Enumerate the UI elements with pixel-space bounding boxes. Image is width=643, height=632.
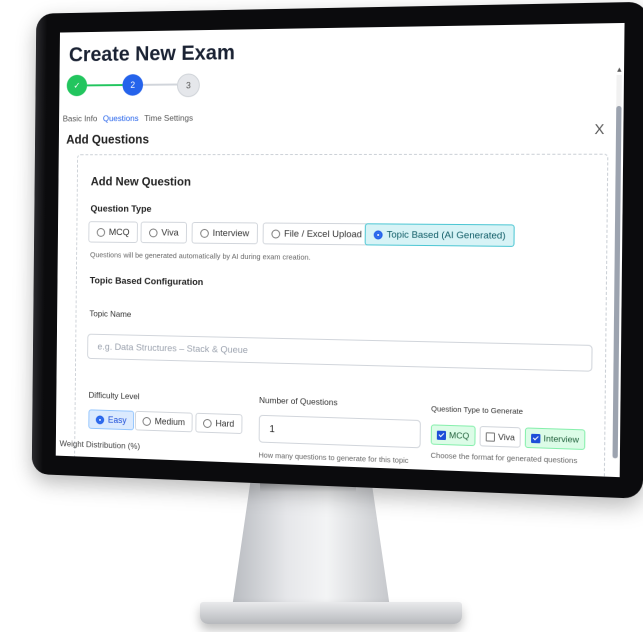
radio-selected-icon bbox=[373, 229, 383, 240]
radio-icon bbox=[203, 418, 212, 428]
scroll-up-arrow-icon[interactable]: ▲ bbox=[616, 67, 623, 74]
radio-icon bbox=[96, 227, 106, 237]
monitor: Create New Exam X ✓ 2 3 Basic Info Questi… bbox=[31, 1, 643, 499]
gen-type-interview[interactable]: Interview bbox=[524, 427, 586, 451]
difficulty-medium[interactable]: Medium bbox=[134, 410, 193, 433]
difficulty-easy[interactable]: Easy bbox=[88, 409, 135, 431]
panel-heading: Add New Question bbox=[90, 174, 191, 189]
monitor-stand-base bbox=[200, 602, 462, 624]
step-3-indicator[interactable]: 3 bbox=[176, 73, 200, 98]
radio-icon bbox=[200, 228, 209, 238]
step-label-basic-info[interactable]: Basic Info bbox=[63, 113, 98, 123]
option-label: Viva bbox=[161, 227, 179, 239]
monitor-stand-neck bbox=[232, 478, 390, 608]
topic-name-label: Topic Name bbox=[89, 308, 132, 320]
num-questions-label: Number of Questions bbox=[259, 394, 338, 408]
checkbox-checked-icon bbox=[436, 430, 447, 440]
step-connector-1 bbox=[87, 84, 123, 87]
radio-icon bbox=[142, 416, 152, 426]
step-label-questions[interactable]: Questions bbox=[103, 113, 139, 123]
scrollbar-thumb[interactable] bbox=[612, 105, 622, 459]
type-option-topic-based[interactable]: Topic Based (AI Generated) bbox=[364, 223, 515, 247]
option-label: Easy bbox=[107, 414, 127, 426]
option-label: Interview bbox=[543, 433, 580, 445]
step-2-indicator[interactable]: 2 bbox=[122, 74, 144, 96]
step-connector-2 bbox=[143, 83, 178, 86]
type-option-interview[interactable]: Interview bbox=[191, 221, 258, 245]
gen-type-hint: Choose the format for generated question… bbox=[430, 450, 578, 466]
type-option-file-upload[interactable]: File / Excel Upload bbox=[262, 222, 372, 246]
topic-name-input[interactable]: e.g. Data Structures – Stack & Queue bbox=[87, 333, 593, 372]
step-labels: Basic Info Questions Time Settings bbox=[63, 113, 199, 123]
checkbox-checked-icon bbox=[531, 433, 541, 443]
num-questions-input[interactable]: 1 bbox=[258, 414, 421, 449]
gen-type-mcq[interactable]: MCQ bbox=[430, 424, 476, 447]
add-question-panel: Add New Question Question Type MCQ Viva … bbox=[73, 153, 609, 478]
option-label: Topic Based (AI Generated) bbox=[386, 228, 506, 242]
option-label: File / Excel Upload bbox=[284, 228, 363, 240]
step-label-time-settings[interactable]: Time Settings bbox=[144, 113, 193, 123]
monitor-bezel-edge bbox=[31, 13, 48, 475]
weight-distribution-label: Weight Distribution (%) bbox=[59, 438, 141, 452]
option-label: Hard bbox=[215, 418, 235, 429]
option-label: Viva bbox=[498, 431, 515, 443]
step-1-check-icon[interactable]: ✓ bbox=[66, 74, 88, 97]
radio-selected-icon bbox=[95, 414, 105, 424]
radio-icon bbox=[149, 227, 158, 237]
stepper: ✓ 2 3 bbox=[66, 73, 218, 104]
close-button[interactable]: X bbox=[594, 121, 604, 138]
gen-type-viva[interactable]: Viva bbox=[479, 425, 522, 448]
screen: Create New Exam X ✓ 2 3 Basic Info Questi… bbox=[55, 22, 625, 478]
modal-title: Create New Exam bbox=[68, 41, 235, 67]
ai-hint: Questions will be generated automaticall… bbox=[89, 250, 311, 262]
radio-icon bbox=[271, 229, 281, 239]
option-label: MCQ bbox=[448, 430, 470, 441]
option-label: Interview bbox=[212, 227, 250, 239]
num-questions-hint: How many questions to generate for this … bbox=[258, 450, 409, 466]
difficulty-hard[interactable]: Hard bbox=[195, 412, 243, 435]
difficulty-label: Difficulty Level bbox=[88, 389, 140, 402]
section-heading: Add Questions bbox=[66, 132, 150, 147]
option-label: MCQ bbox=[108, 226, 130, 238]
question-type-label: Question Type bbox=[90, 203, 152, 215]
checkbox-icon bbox=[485, 431, 496, 442]
option-label: Medium bbox=[154, 416, 186, 428]
gen-type-label: Question Type to Generate bbox=[431, 404, 524, 417]
type-option-mcq[interactable]: MCQ bbox=[88, 221, 139, 244]
topic-config-label: Topic Based Configuration bbox=[89, 275, 204, 288]
type-option-viva[interactable]: Viva bbox=[140, 221, 188, 244]
